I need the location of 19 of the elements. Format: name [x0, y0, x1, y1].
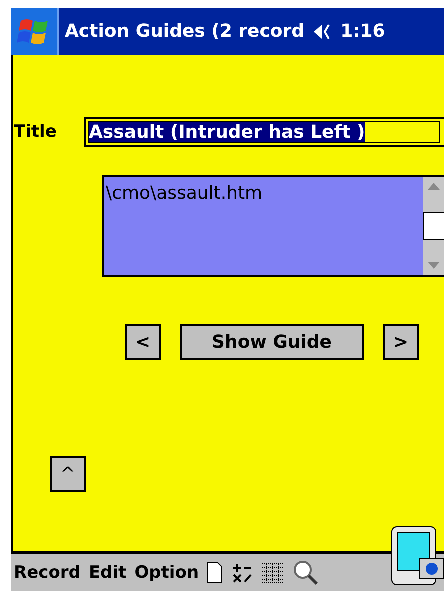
- input-panel-icon[interactable]: [390, 525, 444, 587]
- search-icon[interactable]: [293, 560, 320, 586]
- title-label: Title: [14, 122, 58, 142]
- next-button[interactable]: >: [383, 324, 419, 360]
- menu-item[interactable]: Edit: [88, 562, 127, 582]
- window-title: Action Guides (2 record: [65, 21, 305, 42]
- up-button[interactable]: ^: [50, 456, 86, 492]
- title-field[interactable]: Assault (Intruder has Left ): [84, 117, 444, 147]
- previous-button[interactable]: <: [125, 324, 161, 360]
- new-document-icon[interactable]: [207, 562, 224, 584]
- menu-item[interactable]: Record: [14, 562, 81, 582]
- path-text-area[interactable]: \cmo\assault.htm: [102, 175, 444, 277]
- clock[interactable]: 1:16: [340, 21, 386, 42]
- show-guide-button[interactable]: Show Guide: [180, 324, 364, 360]
- menu-item[interactable]: Option: [134, 562, 200, 582]
- windows-flag-icon: [17, 16, 51, 46]
- grid-icon[interactable]: [261, 562, 286, 584]
- start-button[interactable]: [11, 8, 59, 55]
- formula-icon[interactable]: [231, 562, 254, 584]
